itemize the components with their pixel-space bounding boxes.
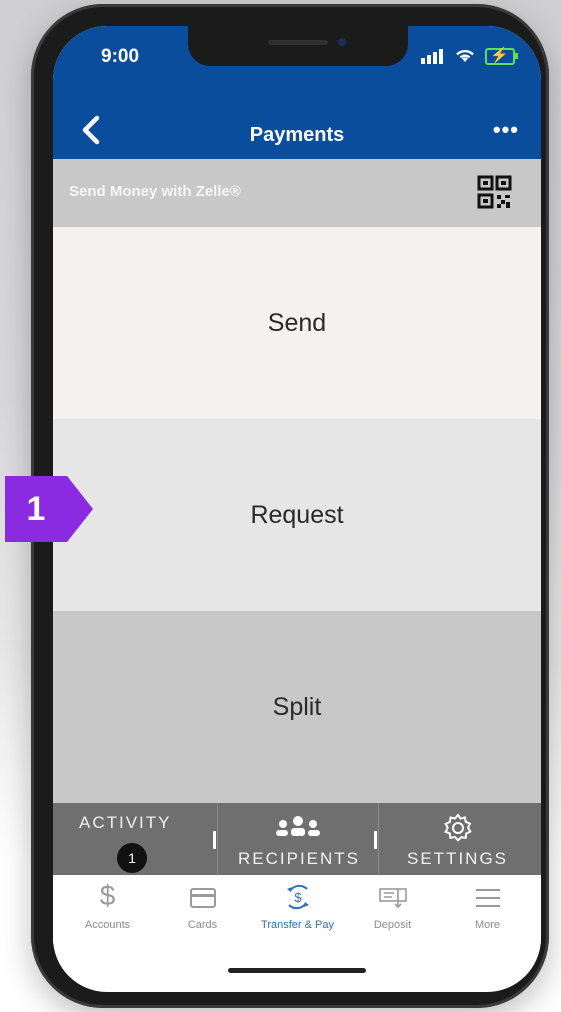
nav-deposit[interactable]: Deposit: [344, 875, 441, 944]
page-title: Payments: [249, 124, 345, 146]
check-deposit-icon: [379, 888, 407, 909]
people-icon: [276, 816, 320, 836]
activity-count-badge: 1: [117, 843, 147, 873]
send-button[interactable]: Send: [53, 227, 541, 419]
nav-transfer-pay[interactable]: $ Transfer & Pay: [249, 875, 346, 944]
step-callout: 1: [5, 476, 93, 542]
dollar-icon: $: [99, 880, 116, 911]
header-bar: Payments •••: [53, 101, 541, 159]
step-callout-arrow: [67, 476, 93, 542]
split-label: Split: [272, 692, 322, 721]
qr-code-icon[interactable]: [475, 173, 515, 213]
home-indicator: [228, 968, 366, 973]
status-icons: ⚡: [405, 46, 518, 65]
nav-deposit-label: Deposit: [373, 919, 412, 931]
step-number: 1: [26, 490, 46, 528]
svg-text:$: $: [294, 890, 302, 905]
tab-activity-label: ACTIVITY: [79, 813, 172, 832]
tab-settings-label: SETTINGS: [407, 849, 509, 868]
request-button[interactable]: Request: [53, 419, 541, 611]
nav-more-label: More: [474, 919, 501, 931]
front-camera: [338, 38, 346, 46]
card-icon: [190, 888, 216, 908]
bottom-navigation: $ Accounts Cards $ Transfer & Pay Deposi…: [53, 875, 541, 944]
nav-transfer-pay-label: Transfer & Pay: [261, 919, 334, 931]
nav-more[interactable]: More: [439, 875, 536, 944]
phone-notch: [188, 26, 408, 66]
wifi-icon: [456, 49, 474, 62]
payments-tab-strip: ACTIVITY 1 RECIPIENTS SETTINGS: [53, 803, 541, 875]
nav-cards-label: Cards: [187, 919, 218, 931]
signal-icon: [421, 48, 443, 64]
zelle-label: Send Money with Zelle®: [69, 183, 241, 200]
tab-recipients-label: RECIPIENTS: [238, 849, 361, 868]
zelle-banner: Send Money with Zelle®: [53, 159, 541, 227]
request-label: Request: [250, 500, 344, 529]
transfer-pay-icon: $: [287, 884, 309, 910]
send-label: Send: [267, 308, 327, 337]
tab-settings[interactable]: SETTINGS: [377, 803, 541, 875]
nav-accounts[interactable]: $ Accounts: [59, 875, 156, 944]
tab-divider: [213, 831, 216, 849]
more-horizontal-icon[interactable]: •••: [493, 117, 519, 143]
tab-activity[interactable]: ACTIVITY 1: [53, 803, 213, 875]
nav-cards[interactable]: Cards: [154, 875, 251, 944]
speaker-grille: [268, 40, 328, 45]
gear-icon: [444, 813, 472, 842]
nav-accounts-label: Accounts: [84, 919, 131, 931]
menu-icon: [476, 889, 500, 907]
tab-recipients[interactable]: RECIPIENTS: [217, 803, 379, 875]
split-button[interactable]: Split: [53, 611, 541, 803]
battery-icon: ⚡: [485, 47, 518, 65]
phone-screen: 9:00 ⚡ Payments ••• Send Money with Zell…: [53, 26, 541, 992]
status-time: 9:00: [101, 46, 140, 67]
